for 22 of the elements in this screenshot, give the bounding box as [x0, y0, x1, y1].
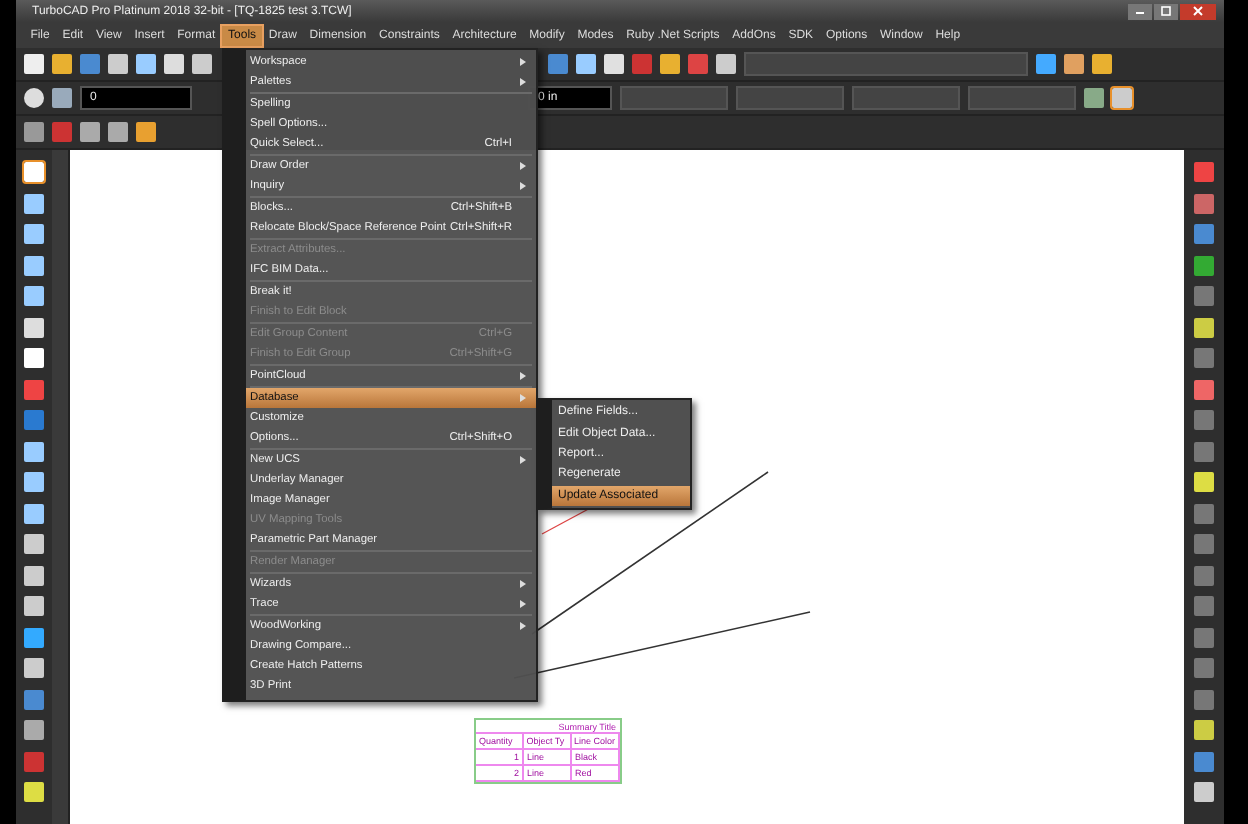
- dropdown[interactable]: [968, 86, 1076, 110]
- maximize-icon: [1160, 6, 1172, 16]
- maximize-button[interactable]: [1154, 3, 1178, 19]
- minimize-button[interactable]: [1128, 3, 1152, 19]
- submenu-arrow-icon: [520, 600, 526, 608]
- submenu-arrow-icon: [520, 182, 526, 190]
- dropdown[interactable]: [852, 86, 960, 110]
- submenu-arrow-icon: [520, 58, 526, 66]
- dropdown[interactable]: [620, 86, 728, 110]
- minimize-icon: [1134, 6, 1146, 16]
- submenu-arrow-icon: [520, 580, 526, 588]
- submenu-arrow-icon: [520, 394, 526, 402]
- close-icon: [1192, 6, 1204, 16]
- close-button[interactable]: [1180, 3, 1216, 19]
- dropdown[interactable]: [736, 86, 844, 110]
- gear-icon[interactable]: [24, 88, 44, 108]
- submenu-arrow-icon: [520, 78, 526, 86]
- dropdown[interactable]: [744, 52, 1028, 76]
- submenu-arrow-icon: [520, 162, 526, 170]
- submenu-arrow-icon: [520, 456, 526, 464]
- submenu-arrow-icon: [520, 372, 526, 380]
- submenu-arrow-icon: [520, 622, 526, 630]
